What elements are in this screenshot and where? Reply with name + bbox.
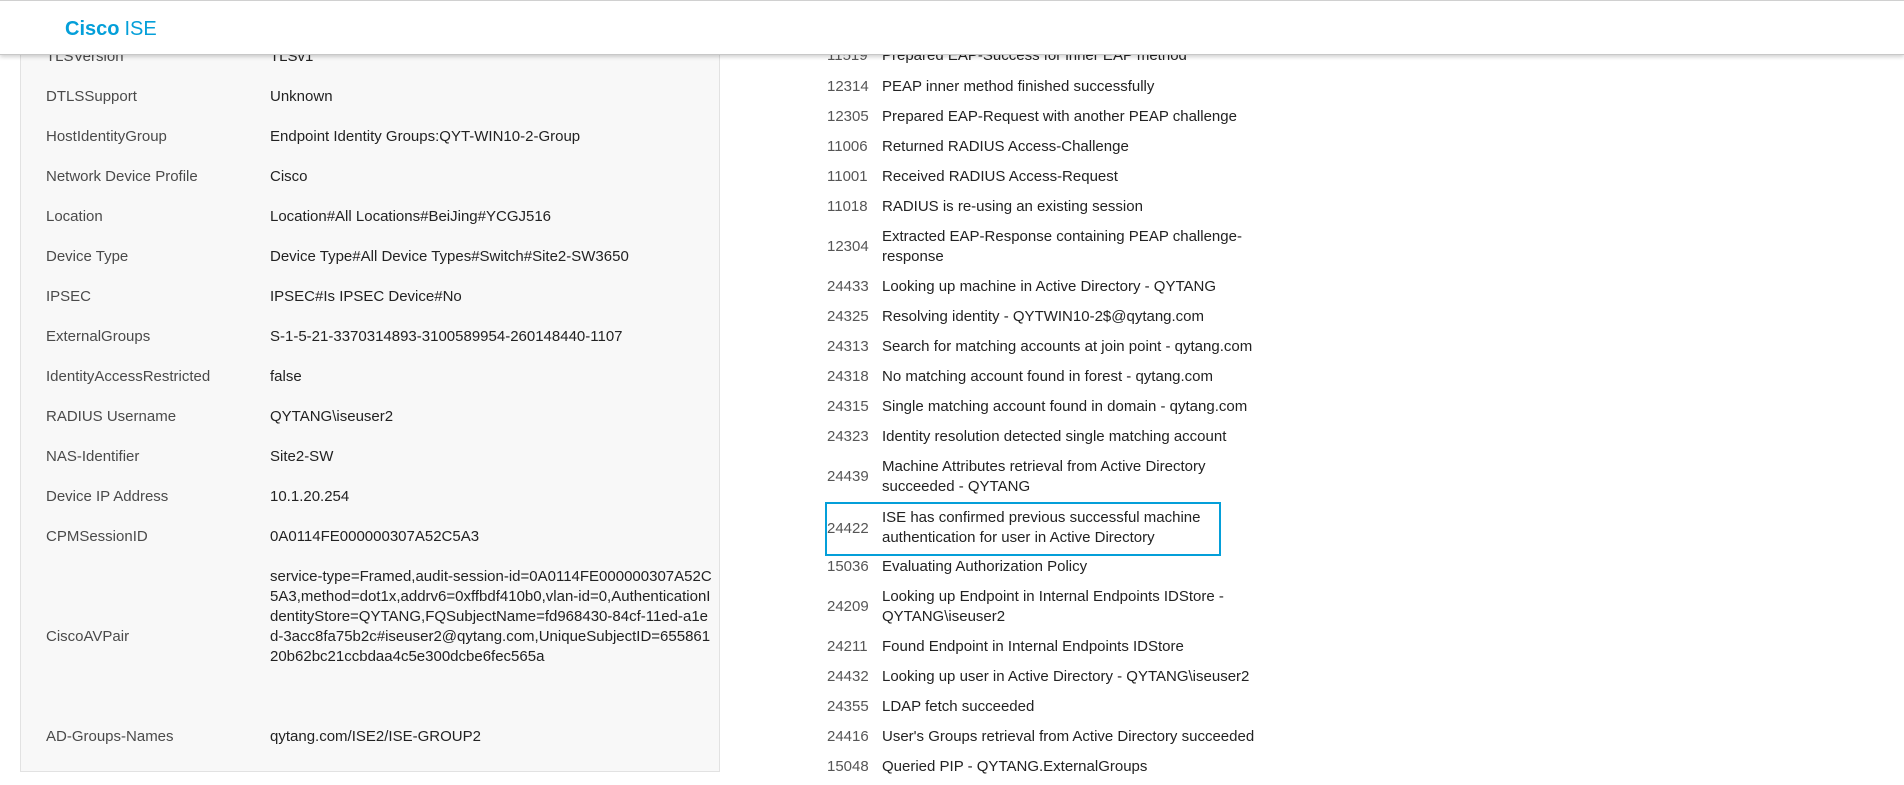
detail-key: AD-Groups-Names — [46, 728, 174, 745]
detail-value: S-1-5-21-3370314893-3100589954-260148440… — [270, 328, 623, 345]
detail-value: service-type=Framed,audit-session-id=0A0… — [270, 568, 712, 665]
detail-key: Location — [46, 208, 103, 225]
step-code: 15036 — [827, 558, 869, 575]
detail-value: Cisco — [270, 168, 308, 185]
step-code: 24315 — [827, 398, 869, 415]
step-description: Found Endpoint in Internal Endpoints IDS… — [882, 638, 1184, 655]
step-description: Machine Attributes retrieval from Active… — [882, 458, 1206, 495]
step-description: Looking up Endpoint in Internal Endpoint… — [882, 588, 1224, 625]
step-description: Looking up user in Active Directory - QY… — [882, 668, 1250, 685]
step-description: User's Groups retrieval from Active Dire… — [882, 728, 1255, 745]
detail-value: Device Type#All Device Types#Switch#Site… — [270, 248, 629, 265]
detail-key: ExternalGroups — [46, 328, 151, 345]
step-code: 12305 — [827, 108, 869, 125]
step-code: 11018 — [827, 198, 868, 215]
step-code: 15048 — [827, 758, 869, 775]
step-code: 24211 — [827, 638, 868, 655]
detail-value: false — [270, 368, 302, 385]
step-description: Extracted EAP-Response containing PEAP c… — [882, 228, 1242, 265]
step-code: 24313 — [827, 338, 869, 355]
step-description: Identity resolution detected single matc… — [882, 428, 1227, 445]
app-header: Cisco ISE — [0, 0, 1904, 55]
detail-value: 0A0114FE000000307A52C5A3 — [270, 528, 480, 545]
step-description: Resolving identity - QYTWIN10-2$@qytang.… — [882, 308, 1205, 325]
step-description: Queried PIP - QYTANG.ExternalGroups — [882, 758, 1148, 775]
step-description: No matching account found in forest - qy… — [882, 368, 1214, 385]
step-code: 24325 — [827, 308, 869, 325]
step-code: 11006 — [827, 138, 868, 155]
step-code: 12304 — [827, 238, 869, 255]
step-code: 11001 — [827, 168, 868, 185]
detail-key: CiscoAVPair — [46, 628, 130, 645]
step-description: Single matching account found in domain … — [882, 398, 1248, 415]
detail-key: Device IP Address — [46, 488, 169, 505]
detail-key: IdentityAccessRestricted — [46, 368, 211, 385]
step-code: 24422 — [827, 520, 869, 537]
detail-value: Endpoint Identity Groups:QYT-WIN10-2-Gro… — [270, 128, 581, 145]
step-code: 24432 — [827, 668, 869, 685]
step-description: Prepared EAP-Request with another PEAP c… — [882, 108, 1237, 125]
cisco-ise-logo[interactable]: Cisco ISE — [65, 17, 157, 41]
step-code: 24355 — [827, 698, 869, 715]
step-row: 12304 Extracted EAP-Response containing P… — [825, 227, 1265, 267]
step-description: Search for matching accounts at join poi… — [882, 338, 1253, 355]
step-description: Looking up machine in Active Directory -… — [882, 278, 1217, 295]
detail-key: NAS-Identifier — [46, 448, 140, 465]
detail-value: Location#All Locations#BeiJing#YCGJ516 — [270, 208, 552, 225]
step-description: RADIUS is re-using an existing session — [882, 198, 1143, 215]
detail-key: Network Device Profile — [46, 168, 198, 185]
step-description: LDAP fetch succeeded — [882, 698, 1035, 715]
step-code: 24416 — [827, 728, 869, 745]
step-code: 12314 — [827, 78, 869, 95]
step-code: 24209 — [827, 598, 869, 615]
step-row-highlighted[interactable]: 24422 ISE has confirmed previous successf… — [825, 502, 1221, 556]
step-row: 24209 Looking up Endpoint in Internal End… — [825, 587, 1265, 627]
step-description: ISE has confirmed previous successful ma… — [882, 509, 1201, 546]
detail-value: Site2-SW — [270, 448, 334, 465]
brand-cisco: Cisco — [65, 18, 120, 40]
detail-key: CPMSessionID — [46, 528, 148, 545]
step-code: 24318 — [827, 368, 869, 385]
detail-value: qytang.com/ISE2/ISE-GROUP2 — [270, 728, 481, 745]
authentication-details-panel: TLSVersion TLSv1 DTLSSupport Unknown HostI… — [20, 0, 720, 772]
step-description: Returned RADIUS Access-Challenge — [882, 138, 1129, 155]
detail-value: Unknown — [270, 88, 333, 105]
detail-key: DTLSSupport — [46, 88, 137, 105]
detail-row-cisco-av-pair: CiscoAVPair service-type=Framed,audit-ses… — [21, 567, 719, 707]
steps-panel: 11519 Prepared EAP-Success for inner EAP … — [800, 0, 1904, 785]
step-code: 24323 — [827, 428, 869, 445]
step-code: 24433 — [827, 278, 869, 295]
step-code: 24439 — [827, 468, 869, 485]
brand-ise: ISE — [124, 18, 157, 40]
detail-key: IPSEC — [46, 288, 92, 305]
detail-key: HostIdentityGroup — [46, 128, 167, 145]
step-description: Received RADIUS Access-Request — [882, 168, 1118, 185]
detail-key: Device Type — [46, 248, 129, 265]
step-row: 24439 Machine Attributes retrieval from A… — [825, 457, 1265, 497]
step-description: Evaluating Authorization Policy — [882, 558, 1088, 575]
step-description: PEAP inner method finished successfully — [882, 78, 1155, 95]
detail-value: 10.1.20.254 — [270, 488, 350, 505]
detail-value: QYTANG\iseuser2 — [270, 408, 394, 425]
detail-key: RADIUS Username — [46, 408, 177, 425]
detail-value: IPSEC#Is IPSEC Device#No — [270, 288, 462, 305]
